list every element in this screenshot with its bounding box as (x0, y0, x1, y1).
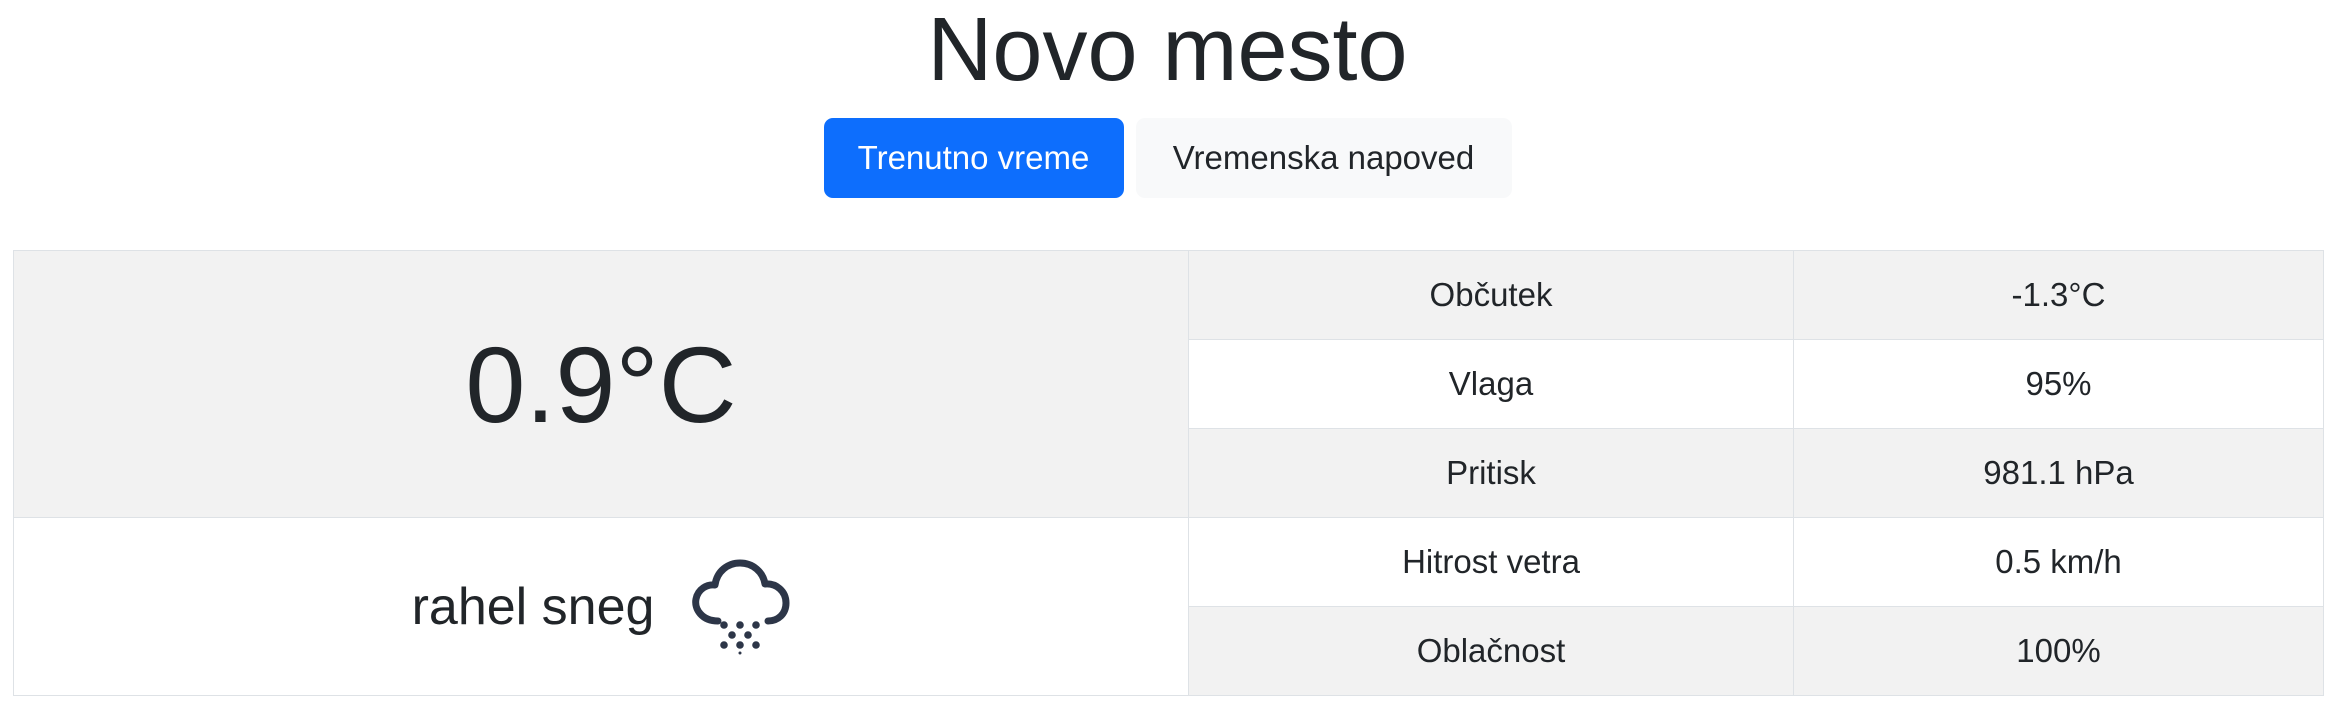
weather-page: Novo mesto Trenutno vreme Vremenska napo… (0, 0, 2335, 710)
snow-cloud-icon (690, 559, 790, 655)
weather-description-cell: rahel sneg (13, 517, 1189, 696)
detail-label: Hitrost vetra (1188, 517, 1794, 607)
temperature-value: 0.9°C (13, 250, 1189, 518)
tab-current-weather[interactable]: Trenutno vreme (823, 118, 1124, 198)
detail-value: 981.1 hPa (1793, 428, 2324, 518)
detail-label: Pritisk (1188, 428, 1794, 518)
tab-bar: Trenutno vreme Vremenska napoved (0, 118, 2335, 198)
detail-label: Občutek (1188, 250, 1794, 340)
weather-description: rahel sneg (411, 577, 655, 636)
tab-forecast[interactable]: Vremenska napoved (1135, 118, 1512, 198)
detail-label: Vlaga (1188, 339, 1794, 429)
current-weather-table: 0.9°C Občutek -1.3°C Vlaga 95% Pritisk 9… (13, 250, 2324, 696)
page-title: Novo mesto (927, 0, 1408, 100)
detail-value: 95% (1793, 339, 2324, 429)
detail-label: Oblačnost (1188, 606, 1794, 696)
detail-value: -1.3°C (1793, 250, 2324, 340)
detail-value: 0.5 km/h (1793, 517, 2324, 607)
table-row: 0.9°C Občutek -1.3°C (13, 250, 2324, 518)
detail-value: 100% (1793, 606, 2324, 696)
table-row: rahel sneg Hitrost vetra 0.5 km/h (13, 517, 2324, 696)
